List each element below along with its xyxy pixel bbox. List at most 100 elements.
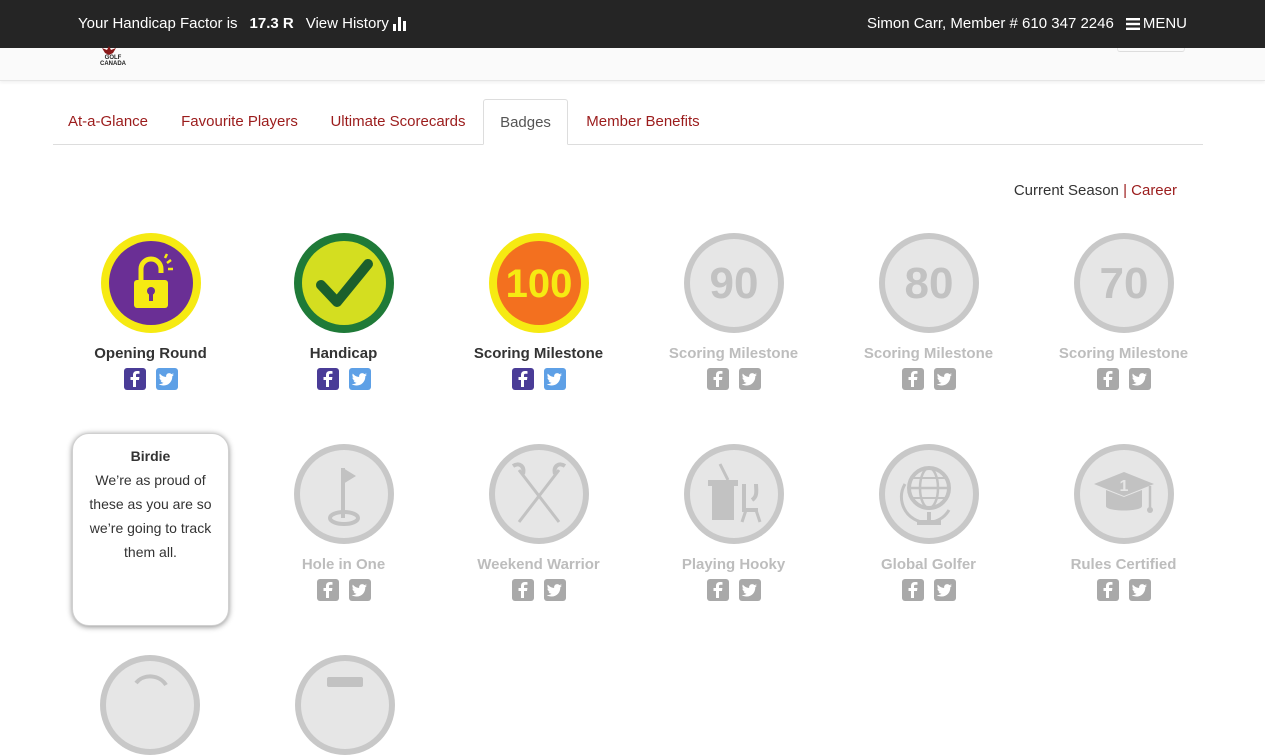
member-info: Simon Carr, Member # 610 347 2246 [867,15,1114,32]
logo-text: GOLF CANADA [100,55,126,67]
graduation-cap-icon: 1 [1073,444,1174,544]
unlock-icon [100,233,201,333]
badge-opening-round[interactable]: Opening Round [53,233,248,390]
tooltip-description: We’re as proud of these as you are so we… [89,472,212,560]
facebook-icon[interactable] [316,579,339,601]
twitter-icon[interactable] [933,579,956,601]
school-desk-icon [683,444,784,544]
facebook-icon[interactable] [1096,579,1119,601]
badge-partial-icon[interactable] [295,655,395,755]
badge-scoring-90[interactable]: 90 Scoring Milestone [636,233,831,390]
badge-rules-certified[interactable]: 1 Rules Certified [1026,444,1221,601]
svg-text:80: 80 [904,259,953,308]
badge-name: Scoring Milestone [473,345,604,362]
badge-scoring-70[interactable]: 70 Scoring Milestone [1026,233,1221,390]
bar-chart-icon [392,16,406,31]
svg-text:100: 100 [505,262,572,306]
svg-text:70: 70 [1099,259,1148,308]
badge-name: Global Golfer [880,556,976,573]
share-buttons [246,368,441,390]
badge-playing-hooky[interactable]: Playing Hooky [636,444,831,601]
season-toggle: Current Season | Career [1014,182,1177,199]
member-area: Simon Carr, Member # 610 347 2246 MENU [867,15,1187,32]
svg-text:90: 90 [709,259,758,308]
tab-at-a-glance[interactable]: At-a-Glance [53,99,163,145]
badge-scoring-80[interactable]: 80 Scoring Milestone [831,233,1026,390]
badge-weekend-warrior[interactable]: Weekend Warrior [441,444,636,601]
badge-name: Handicap [309,345,378,362]
score-80-icon: 80 [878,233,979,333]
twitter-icon[interactable] [738,368,761,390]
share-buttons [636,368,831,390]
golf-canada-logo[interactable]: GOLF CANADA [94,46,134,70]
hamburger-icon [1125,17,1140,30]
flag-hole-icon [293,444,394,544]
checkmark-icon [293,233,394,333]
share-buttons [441,368,636,390]
twitter-icon[interactable] [348,368,371,390]
twitter-icon[interactable] [543,579,566,601]
tab-badges[interactable]: Badges [483,99,568,145]
share-buttons [831,579,1026,601]
facebook-icon[interactable] [706,579,729,601]
view-history-link[interactable]: View History [306,15,408,32]
score-90-icon: 90 [683,233,784,333]
twitter-icon[interactable] [738,579,761,601]
facebook-icon[interactable] [316,368,339,390]
globe-icon [878,444,979,544]
twitter-icon[interactable] [348,579,371,601]
badge-name: Opening Round [94,345,207,362]
crossed-clubs-icon [488,444,589,544]
badge-name: Weekend Warrior [477,556,600,573]
tab-member-benefits[interactable]: Member Benefits [575,99,711,145]
tab-bar: At-a-Glance Favourite Players Ultimate S… [53,99,1203,145]
badge-hole-in-one[interactable]: Hole in One [246,444,441,601]
badge-scoring-100[interactable]: 100 Scoring Milestone [441,233,636,390]
svg-text:1: 1 [1119,478,1128,495]
badge-global-golfer[interactable]: Global Golfer [831,444,1026,601]
header-button[interactable] [1117,48,1185,52]
facebook-icon[interactable] [511,579,534,601]
handicap-value: 17.3 R [249,15,294,32]
facebook-icon[interactable] [1096,368,1119,390]
facebook-icon[interactable] [706,368,729,390]
menu-label: MENU [1142,15,1187,32]
twitter-icon[interactable] [543,368,566,390]
tab-ultimate-scorecards[interactable]: Ultimate Scorecards [323,99,473,145]
share-buttons [1026,368,1221,390]
career-link[interactable]: Career [1131,182,1177,199]
view-history-label: View History [305,15,389,32]
tooltip-title: Birdie [130,448,171,464]
share-buttons [636,579,831,601]
badge-name: Scoring Milestone [1058,345,1189,362]
facebook-icon[interactable] [511,368,534,390]
share-buttons [246,579,441,601]
share-buttons [53,368,248,390]
score-70-icon: 70 [1073,233,1174,333]
facebook-icon[interactable] [901,579,924,601]
badge-name: Rules Certified [1070,556,1177,573]
badge-name: Scoring Milestone [863,345,994,362]
handicap-summary: Your Handicap Factor is 17.3 R View Hist… [78,15,408,32]
handicap-label: Your Handicap Factor is [78,15,238,32]
score-100-icon: 100 [488,233,589,333]
badge-name: Playing Hooky [681,556,786,573]
top-bar: Your Handicap Factor is 17.3 R View Hist… [0,0,1265,48]
share-buttons [831,368,1026,390]
season-separator: | [1123,182,1127,199]
twitter-icon[interactable] [1128,579,1151,601]
current-season-label[interactable]: Current Season [1014,182,1119,199]
tab-favourite-players[interactable]: Favourite Players [173,99,306,145]
badge-name: Scoring Milestone [668,345,799,362]
twitter-icon[interactable] [1128,368,1151,390]
badge-tooltip-birdie: Birdie We’re as proud of these as you ar… [72,433,229,626]
badge-partial-icon[interactable] [100,655,200,755]
badge-handicap[interactable]: Handicap [246,233,441,390]
twitter-icon[interactable] [933,368,956,390]
menu-button[interactable]: MENU [1125,15,1187,32]
twitter-icon[interactable] [155,368,178,390]
facebook-icon[interactable] [901,368,924,390]
share-buttons [1026,579,1221,601]
facebook-icon[interactable] [123,368,146,390]
badge-name: Hole in One [301,556,386,573]
